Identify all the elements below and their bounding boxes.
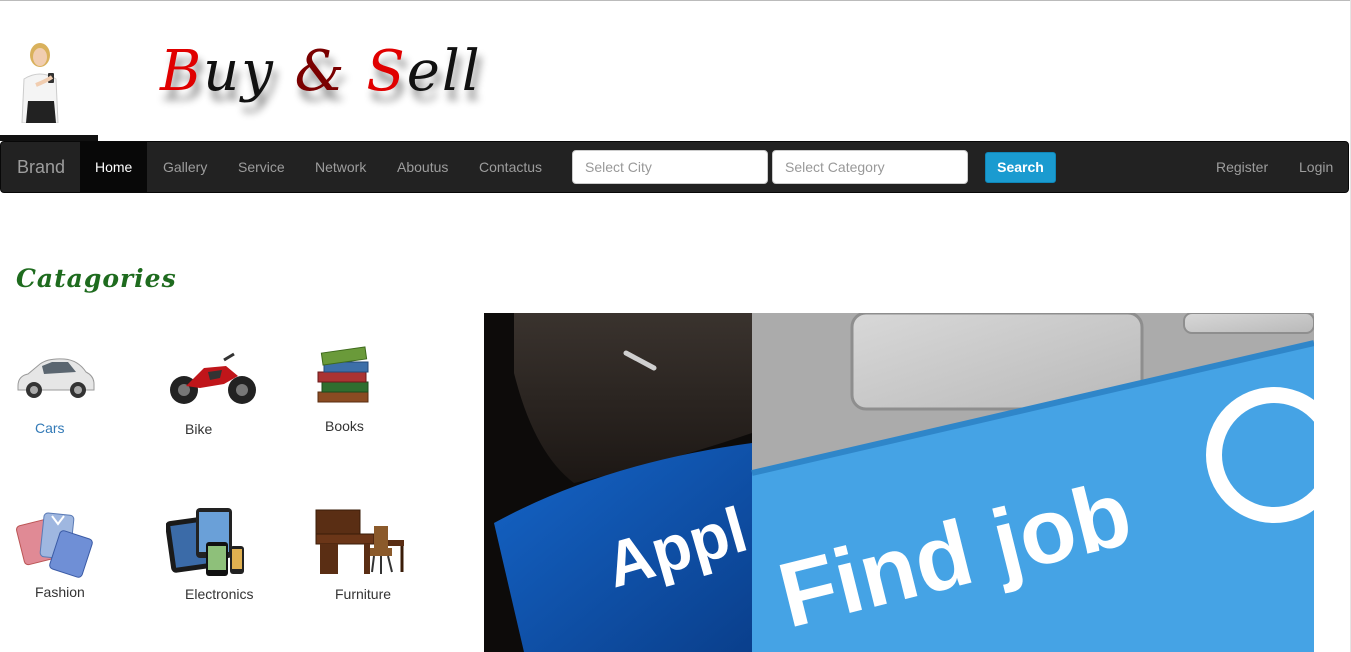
- category-select[interactable]: Select Category: [772, 150, 968, 184]
- woman-phone-avatar: [21, 43, 59, 123]
- categories-heading: Catagories: [16, 264, 177, 293]
- category-label-furniture[interactable]: Furniture: [335, 586, 391, 602]
- devices-icon: [166, 508, 244, 576]
- nav-login[interactable]: Login: [1299, 142, 1333, 192]
- books-icon: [317, 346, 369, 403]
- category-label-cars[interactable]: Cars: [35, 420, 65, 436]
- main-navbar: Brand Home Gallery Service Network About…: [0, 141, 1349, 193]
- category-label-bike[interactable]: Bike: [185, 421, 212, 437]
- city-select[interactable]: Select City: [572, 150, 768, 184]
- nav-home[interactable]: Home: [80, 142, 148, 192]
- site-logo[interactable]: Buy & Sell: [160, 39, 482, 104]
- nav-contactus[interactable]: Contactus: [479, 142, 542, 192]
- keyboard-find-job-image: Appl Find job: [484, 313, 1314, 652]
- nav-aboutus[interactable]: Aboutus: [397, 142, 448, 192]
- nav-register[interactable]: Register: [1216, 142, 1268, 192]
- navbar-brand[interactable]: Brand: [17, 157, 65, 178]
- category-label-electronics[interactable]: Electronics: [185, 586, 253, 602]
- car-icon: [17, 358, 95, 398]
- category-label-fashion[interactable]: Fashion: [35, 584, 85, 600]
- nav-network[interactable]: Network: [315, 142, 366, 192]
- furniture-icon: [315, 509, 404, 574]
- shirts-icon: [16, 512, 93, 578]
- hero-banner-image: Appl Find job: [484, 313, 1314, 652]
- search-button[interactable]: Search: [985, 152, 1056, 183]
- category-label-books[interactable]: Books: [325, 418, 364, 434]
- site-header: Buy & Sell: [0, 1, 1351, 141]
- nav-service[interactable]: Service: [238, 142, 285, 192]
- motorbike-icon: [170, 352, 256, 404]
- nav-gallery[interactable]: Gallery: [163, 142, 207, 192]
